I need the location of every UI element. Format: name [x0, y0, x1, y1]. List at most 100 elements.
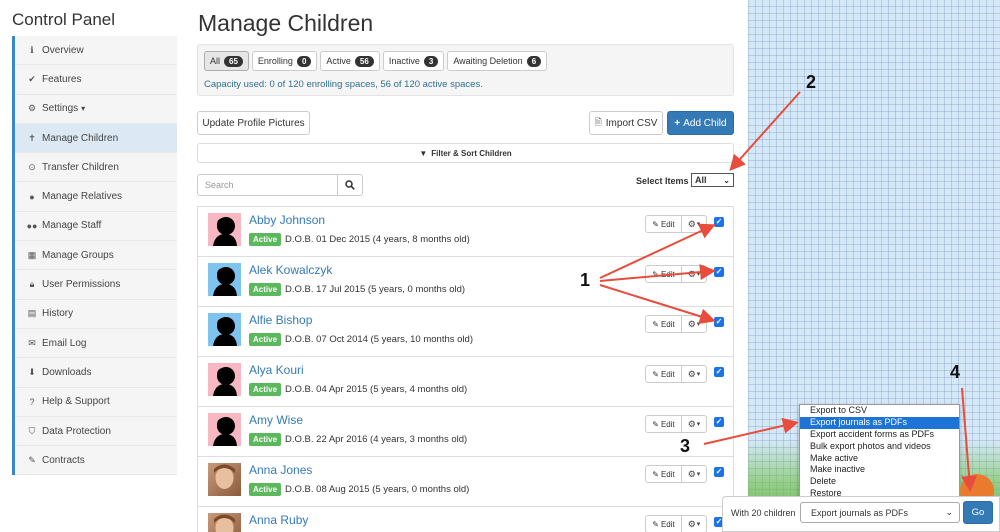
envelope-icon: ✉ [28, 337, 36, 348]
sidebar-item-label: Manage Staff [42, 220, 102, 232]
sidebar-item-label: History [42, 308, 74, 320]
child-name-link[interactable]: Anna Ruby [249, 513, 308, 527]
child-options-button[interactable]: ⚙ ▾ [681, 365, 707, 383]
bulk-menu-option[interactable]: Export journals as PDFs [800, 416, 959, 429]
filter-tab-enrolling[interactable]: Enrolling 0 [251, 51, 318, 71]
sidebar-item-settings[interactable]: ⚙ Settings ▾ [15, 94, 177, 124]
sidebar-item-label: Help & Support [42, 396, 110, 408]
caret-down-icon: ▾ [696, 321, 701, 328]
child-icon: ✝ [28, 132, 36, 143]
bulk-count-label: With 20 children [731, 508, 796, 518]
filter-tab-awaiting-deletion[interactable]: Awaiting Deletion 6 [447, 51, 548, 71]
gear-icon: ⚙ [27, 103, 37, 114]
sidebar-item-contracts[interactable]: ✎ Contracts [15, 446, 177, 476]
child-options-button[interactable]: ⚙ ▾ [681, 515, 707, 532]
sidebar-item-manage-groups[interactable]: ▦ Manage Groups [15, 241, 177, 271]
filter-tab-all[interactable]: All 65 [204, 51, 249, 71]
edit-child-button[interactable]: ✎ Edit [645, 215, 682, 233]
select-child-checkbox[interactable]: ✓ [714, 367, 724, 377]
calendar-icon: ▤ [27, 308, 37, 319]
select-items-label: Select Items [636, 176, 689, 186]
count-badge: 0 [296, 55, 312, 67]
child-options-button[interactable]: ⚙ ▾ [681, 315, 707, 333]
bulk-menu-option[interactable]: Export to CSV [800, 405, 959, 417]
select-child-checkbox[interactable]: ✓ [714, 417, 724, 427]
filter-sort-toggle[interactable]: ▼ Filter & Sort Children [197, 143, 734, 163]
add-child-button[interactable]: + Add Child [667, 111, 734, 135]
caret-down-icon: ▾ [696, 271, 701, 278]
select-items-dropdown[interactable]: All ⌄ [691, 173, 734, 187]
annotation-number-2: 2 [806, 72, 817, 92]
caret-down-icon: ▾ [696, 421, 701, 428]
child-options-button[interactable]: ⚙ ▾ [681, 215, 707, 233]
child-name-link[interactable]: Alya Kouri [249, 363, 304, 377]
edit-child-button[interactable]: ✎ Edit [645, 465, 682, 483]
filter-icon: ▼ [419, 148, 428, 158]
sidebar-item-manage-relatives[interactable]: ● Manage Relatives [15, 182, 177, 212]
bulk-menu-option[interactable]: Export accident forms as PDFs [800, 429, 959, 441]
gear-icon: ⚙ [687, 218, 696, 229]
bulk-menu-option[interactable]: Make inactive [800, 464, 959, 476]
edit-child-button[interactable]: ✎ Edit [645, 515, 682, 532]
edit-child-button[interactable]: ✎ Edit [645, 315, 682, 333]
select-child-checkbox[interactable]: ✓ [714, 317, 724, 327]
edit-child-button[interactable]: ✎ Edit [645, 265, 682, 283]
sidebar-item-label: Manage Children [42, 132, 119, 144]
gear-icon: ⚙ [687, 518, 696, 529]
gear-icon: ⚙ [687, 268, 696, 279]
sidebar-item-transfer-children[interactable]: ⊙ Transfer Children [15, 153, 177, 183]
bulk-menu-option[interactable]: Make active [800, 453, 959, 465]
child-dob: D.O.B. 07 Oct 2014 (5 years, 10 months o… [285, 334, 473, 345]
sidebar-item-data-protection[interactable]: ⛉ Data Protection [15, 416, 177, 447]
child-row: Anna Jones Active D.O.B. 08 Aug 2015 (5 ye… [197, 456, 734, 506]
count-badge: 3 [423, 55, 439, 67]
sidebar-item-overview[interactable]: ℹ Overview [15, 36, 177, 66]
child-options-button[interactable]: ⚙ ▾ [681, 415, 707, 433]
bulk-action-select[interactable]: Export journals as PDFs ⌄ [800, 502, 960, 523]
filter-tab-inactive[interactable]: Inactive 3 [382, 51, 445, 71]
sidebar-item-label: Transfer Children [42, 161, 119, 173]
status-badge: Active [249, 483, 282, 496]
sidebar-item-email-log[interactable]: ✉ Email Log [15, 328, 177, 359]
sidebar-item-manage-children[interactable]: ✝ Manage Children [15, 123, 177, 154]
sidebar-item-help-support[interactable]: ? Help & Support [15, 387, 177, 417]
edit-label: Edit [660, 419, 675, 429]
sidebar-item-manage-staff[interactable]: ●● Manage Staff [15, 211, 177, 242]
filter-tab-active[interactable]: Active 56 [320, 51, 380, 71]
edit-child-button[interactable]: ✎ Edit [645, 415, 682, 433]
child-name-link[interactable]: Alfie Bishop [249, 313, 312, 327]
child-options-button[interactable]: ⚙ ▾ [681, 265, 707, 283]
select-child-checkbox[interactable]: ✓ [714, 217, 724, 227]
lock-icon: 🔒︎ [29, 279, 35, 290]
sidebar-item-user-permissions[interactable]: 🔒︎ User Permissions [15, 270, 177, 300]
update-profile-pictures-button[interactable]: Update Profile Pictures [197, 111, 310, 135]
bulk-menu-option[interactable]: Delete [800, 476, 959, 488]
import-csv-button[interactable]: 🗎 Import CSV [589, 111, 663, 135]
child-dob: D.O.B. 01 Dec 2015 (4 years, 8 months ol… [285, 234, 470, 245]
select-child-checkbox[interactable]: ✓ [714, 267, 724, 277]
search-button[interactable] [337, 174, 363, 196]
filter-tabs: All 65 Enrolling 0 Active 56 Inactive 3 Awai… [204, 51, 548, 71]
edit-child-button[interactable]: ✎ Edit [645, 365, 682, 383]
caret-down-icon: ▾ [81, 104, 86, 114]
bulk-menu-option[interactable]: Bulk export photos and videos [800, 441, 959, 453]
child-options-button[interactable]: ⚙ ▾ [681, 465, 707, 483]
info-icon: ℹ [30, 44, 34, 55]
child-row: Abby Johnson Active D.O.B. 01 Dec 2015 (4 … [197, 206, 734, 256]
pencil-icon: ✎ [652, 469, 659, 479]
child-name-link[interactable]: Amy Wise [249, 413, 303, 427]
select-items-value: All [695, 175, 707, 185]
sidebar-item-history[interactable]: ▤ History [15, 299, 177, 329]
check-icon: ✔ [28, 73, 36, 84]
sidebar-item-label: Settings [42, 103, 79, 115]
select-child-checkbox[interactable]: ✓ [714, 467, 724, 477]
child-name-link[interactable]: Alek Kowalczyk [249, 263, 332, 277]
sidebar-item-features[interactable]: ✔ Features [15, 65, 177, 95]
download-icon: ⬇ [28, 366, 36, 377]
child-name-link[interactable]: Abby Johnson [249, 213, 325, 227]
go-button[interactable]: Go [963, 501, 993, 524]
gear-icon: ⚙ [687, 318, 696, 329]
child-name-link[interactable]: Anna Jones [249, 463, 312, 477]
sidebar-item-downloads[interactable]: ⬇ Downloads [15, 358, 177, 388]
search-input[interactable] [197, 174, 338, 196]
